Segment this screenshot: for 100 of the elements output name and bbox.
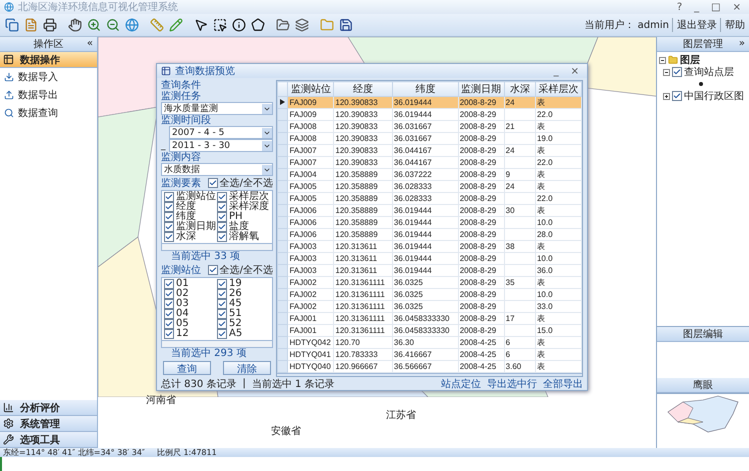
footer-link[interactable]: 全部导出 [543,376,583,390]
task-dropdown[interactable]: 海水质量监测 [161,102,273,115]
scrollbar[interactable] [161,244,273,251]
checkbox-item[interactable]: 水深 [164,232,217,242]
table-cell: 2008-8-29 [458,264,504,276]
map-label: 江苏省 [386,408,416,422]
checkbox-item[interactable]: 04 [164,309,217,319]
checkbox-item[interactable]: 盐度 [217,222,270,232]
checkbox-item[interactable]: 采样深度 [217,202,270,212]
checkbox[interactable] [672,67,682,77]
collapse-icon[interactable] [659,56,666,64]
window-control[interactable]: □ [707,2,725,12]
column-header[interactable]: 采样层次 [535,82,582,96]
checkbox-item[interactable]: PH [217,212,270,222]
pencil-icon[interactable] [168,17,184,33]
checkbox-item[interactable]: 19 [217,279,270,289]
ruler-icon[interactable] [149,17,165,33]
copy-icon[interactable] [4,17,20,33]
zoom-out-icon[interactable] [105,17,121,33]
table-cell: FAJ006 [288,228,334,240]
tree-node[interactable]: 查询站点层 [684,65,734,79]
layers-icon[interactable] [294,17,310,33]
end-date-field[interactable]: 2011 - 3 - 30 [169,139,273,152]
checkbox-item[interactable]: 26 [217,289,270,299]
info-icon[interactable] [231,17,247,33]
column-header[interactable]: 监测日期 [458,82,504,96]
section-header[interactable]: 数据操作 [0,52,97,68]
scale: 比例尺 1:47811 [156,447,217,458]
footer-link[interactable]: 站点定位 [441,376,481,390]
column-header[interactable]: 监测站位 [288,82,334,96]
checkbox-item[interactable]: 03 [164,299,217,309]
table-cell [504,264,536,276]
column-header[interactable]: 经度 [334,82,392,96]
toolbar-link[interactable]: 帮助 [720,18,745,32]
section-header[interactable]: 选项工具 [0,432,97,448]
nav-icon [4,90,14,100]
folder-icon[interactable] [275,17,291,33]
window-control[interactable]: ? [672,2,686,12]
checkbox-item[interactable]: 01 [164,279,217,289]
expand-icon[interactable] [663,92,670,100]
checkbox-item[interactable]: 采样层次 [217,192,270,202]
checkbox-item[interactable]: 05 [164,319,217,329]
checkbox-item[interactable]: 12 [164,329,217,339]
scrollbar[interactable] [161,341,273,348]
toolbar-link[interactable]: 退出登录 [672,18,717,32]
checkbox-item[interactable]: 溶解氧 [217,232,270,242]
window-control[interactable]: _ [690,2,704,12]
hand-icon[interactable] [67,17,83,33]
pointer-icon[interactable] [193,17,209,33]
footer-link[interactable]: 导出选中行 [487,376,537,390]
table-cell: FAJ002 [288,276,334,288]
tree-node[interactable]: 图层 [680,53,700,67]
action-button[interactable]: 清除 [223,361,271,375]
save-icon[interactable] [338,17,354,33]
dialog-title: 查询数据预览 [175,64,236,78]
checkbox-item[interactable]: 52 [217,319,270,329]
checkbox-item[interactable]: 经度 [164,202,217,212]
collapse-button[interactable]: « [86,38,93,49]
table-cell: 22.0 [535,156,582,168]
checkbox-item[interactable]: 02 [164,289,217,299]
printer-icon[interactable] [42,17,58,33]
tree-node[interactable]: 中国行政区图 [684,89,744,103]
start-date-field[interactable]: 2007 - 4 - 5 [169,126,273,139]
collapse-icon[interactable] [663,68,670,76]
map-label: 河南省 [146,394,176,407]
panel-header: 鹰眼 [657,378,749,393]
table-cell: 38 [504,240,536,252]
table-cell: 24 [504,180,536,192]
select-all-checkbox[interactable]: 全选/全不选 [208,263,273,277]
pentagon-icon[interactable] [250,17,266,33]
checkbox-item[interactable]: 监测站位 [164,192,217,202]
content-dropdown[interactable]: 水质数据 [161,163,273,176]
table-cell: 120.358889 [334,168,392,180]
checkbox-item[interactable]: A5 [217,329,270,339]
dialog-control[interactable]: _ [550,66,563,76]
dialog-control[interactable]: × [566,66,583,76]
checkbox-item[interactable]: 纬度 [164,212,217,222]
section-header[interactable]: 系统管理 [0,416,97,432]
checkbox[interactable] [672,91,682,101]
table-cell: 表 [535,120,582,132]
checkbox-item[interactable]: 监测日期 [164,222,217,232]
select-all-checkbox[interactable]: 全选/全不选 [208,176,273,190]
scrollbar[interactable] [277,373,582,376]
checkbox-item[interactable]: 45 [217,299,270,309]
select-icon[interactable] [212,17,228,33]
section-header[interactable]: 分析评价 [0,400,97,416]
zoom-in-icon[interactable] [86,17,102,33]
nav-item[interactable]: 数据导出 [0,86,97,104]
checkbox-item[interactable]: 51 [217,309,270,319]
column-header[interactable]: 纬度 [392,82,458,96]
window-control[interactable]: × [728,2,745,12]
column-header[interactable]: 水深 [504,82,536,96]
nav-icon [4,108,14,118]
nav-item[interactable]: 数据查询 [0,104,97,122]
globe-icon[interactable] [124,17,140,33]
nav-item[interactable]: 数据导入 [0,68,97,86]
table-cell: 表 [535,276,582,288]
row-header[interactable] [278,96,288,108]
collapse-button[interactable]: » [738,38,745,49]
action-button[interactable]: 查询 [163,361,211,375]
